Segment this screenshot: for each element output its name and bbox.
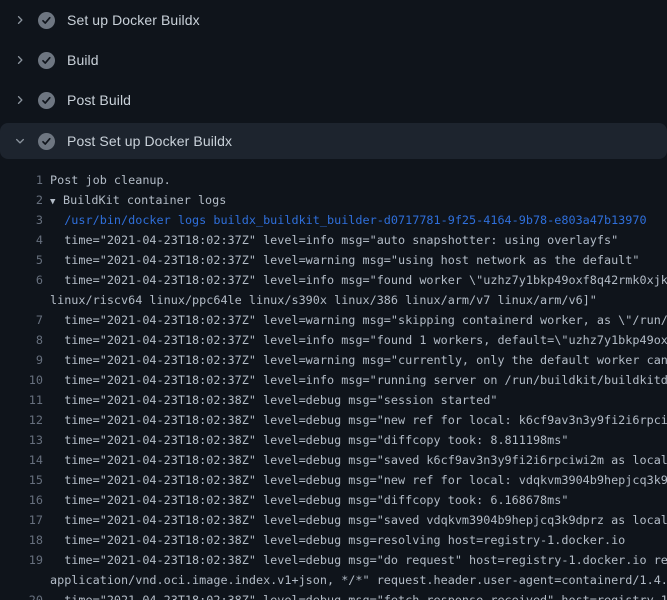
log-line: 6 time="2021-04-23T18:02:37Z" level=info… [0, 270, 667, 290]
log-line: 17 time="2021-04-23T18:02:38Z" level=deb… [0, 510, 667, 530]
log-text: time="2021-04-23T18:02:38Z" level=debug … [43, 450, 667, 470]
log-text: time="2021-04-23T18:02:38Z" level=debug … [43, 430, 568, 450]
log-text: time="2021-04-23T18:02:38Z" level=debug … [43, 490, 568, 510]
log-line: 8 time="2021-04-23T18:02:37Z" level=info… [0, 330, 667, 350]
log-text: time="2021-04-23T18:02:38Z" level=debug … [43, 390, 497, 410]
log-text: time="2021-04-23T18:02:37Z" level=warnin… [43, 250, 640, 270]
line-number[interactable]: 17 [0, 510, 43, 530]
log-text: time="2021-04-23T18:02:38Z" level=debug … [43, 590, 667, 600]
step-row-post-set-up-docker-buildx[interactable]: Post Set up Docker Buildx [0, 123, 667, 159]
line-number[interactable]: 18 [0, 530, 43, 550]
log-line: 15 time="2021-04-23T18:02:38Z" level=deb… [0, 470, 667, 490]
log-line: 12 time="2021-04-23T18:02:38Z" level=deb… [0, 410, 667, 430]
log-text: time="2021-04-23T18:02:37Z" level=info m… [43, 370, 667, 390]
log-line: 7 time="2021-04-23T18:02:37Z" level=warn… [0, 310, 667, 330]
log-line: 3 /usr/bin/docker logs buildx_buildkit_b… [0, 210, 667, 230]
log-text: application/vnd.oci.image.index.v1+json,… [43, 570, 667, 590]
line-number[interactable]: 13 [0, 430, 43, 450]
chevron-right-icon [12, 12, 28, 28]
line-number[interactable]: 6 [0, 270, 43, 290]
line-number[interactable]: 14 [0, 450, 43, 470]
line-number[interactable]: 2 [0, 190, 43, 210]
log-text: time="2021-04-23T18:02:37Z" level=info m… [43, 330, 667, 350]
check-circle-icon [38, 92, 55, 109]
chevron-right-icon [12, 92, 28, 108]
workflow-steps-list: Set up Docker Buildx Build Post Build Post … [0, 0, 667, 159]
log-line: 20 time="2021-04-23T18:02:38Z" level=deb… [0, 590, 667, 600]
log-command-text: /usr/bin/docker logs buildx_buildkit_bui… [43, 210, 647, 230]
line-number [0, 290, 43, 310]
log-text: time="2021-04-23T18:02:38Z" level=debug … [43, 510, 667, 530]
line-number[interactable]: 10 [0, 370, 43, 390]
line-number[interactable]: 12 [0, 410, 43, 430]
step-row-post-build[interactable]: Post Build [0, 80, 667, 120]
line-number[interactable]: 3 [0, 210, 43, 230]
log-line: 5 time="2021-04-23T18:02:37Z" level=warn… [0, 250, 667, 270]
log-text: time="2021-04-23T18:02:38Z" level=debug … [43, 470, 667, 490]
log-text: Post job cleanup. [43, 170, 171, 190]
log-text: time="2021-04-23T18:02:37Z" level=warnin… [43, 350, 667, 370]
log-text: time="2021-04-23T18:02:38Z" level=debug … [43, 530, 625, 550]
check-circle-icon [38, 12, 55, 29]
log-line-continuation: linux/riscv64 linux/ppc64le linux/s390x … [0, 290, 667, 310]
step-label: Set up Docker Buildx [67, 12, 200, 28]
log-line: 1Post job cleanup. [0, 170, 667, 190]
line-number[interactable]: 8 [0, 330, 43, 350]
log-line: 9 time="2021-04-23T18:02:37Z" level=warn… [0, 350, 667, 370]
check-circle-icon [38, 52, 55, 69]
line-number[interactable]: 9 [0, 350, 43, 370]
log-group-label: BuildKit container logs [63, 193, 226, 207]
log-line: 18 time="2021-04-23T18:02:38Z" level=deb… [0, 530, 667, 550]
log-text: time="2021-04-23T18:02:38Z" level=debug … [43, 550, 667, 570]
disclosure-triangle-icon: ▼ [50, 192, 63, 210]
line-number[interactable]: 5 [0, 250, 43, 270]
log-line: 16 time="2021-04-23T18:02:38Z" level=deb… [0, 490, 667, 510]
log-text: time="2021-04-23T18:02:37Z" level=info m… [43, 230, 618, 250]
log-line: 4 time="2021-04-23T18:02:37Z" level=info… [0, 230, 667, 250]
line-number[interactable]: 1 [0, 170, 43, 190]
line-number[interactable]: 19 [0, 550, 43, 570]
line-number[interactable]: 16 [0, 490, 43, 510]
log-line: 11 time="2021-04-23T18:02:38Z" level=deb… [0, 390, 667, 410]
step-log-output: 1Post job cleanup.2▼BuildKit container l… [0, 160, 667, 600]
log-text: time="2021-04-23T18:02:38Z" level=debug … [43, 410, 667, 430]
log-line: 14 time="2021-04-23T18:02:38Z" level=deb… [0, 450, 667, 470]
chevron-down-icon [12, 133, 28, 149]
log-line: 19 time="2021-04-23T18:02:38Z" level=deb… [0, 550, 667, 570]
log-line: 10 time="2021-04-23T18:02:37Z" level=inf… [0, 370, 667, 390]
line-number[interactable]: 7 [0, 310, 43, 330]
log-line: 13 time="2021-04-23T18:02:38Z" level=deb… [0, 430, 667, 450]
chevron-right-icon [12, 52, 28, 68]
line-number[interactable]: 15 [0, 470, 43, 490]
log-text: time="2021-04-23T18:02:37Z" level=warnin… [43, 310, 667, 330]
line-number[interactable]: 11 [0, 390, 43, 410]
check-circle-icon [38, 133, 55, 150]
step-label: Post Set up Docker Buildx [67, 133, 232, 149]
log-text: linux/riscv64 linux/ppc64le linux/s390x … [43, 290, 597, 310]
line-number [0, 570, 43, 590]
actions-log-viewer: Set up Docker Buildx Build Post Build Post … [0, 0, 667, 600]
step-row-set-up-docker-buildx[interactable]: Set up Docker Buildx [0, 0, 667, 40]
step-label: Post Build [67, 92, 131, 108]
log-text: ▼BuildKit container logs [43, 190, 226, 210]
log-text: time="2021-04-23T18:02:37Z" level=info m… [43, 270, 667, 290]
log-group-row[interactable]: 2▼BuildKit container logs [0, 190, 667, 210]
line-number[interactable]: 4 [0, 230, 43, 250]
step-label: Build [67, 52, 99, 68]
log-line-continuation: application/vnd.oci.image.index.v1+json,… [0, 570, 667, 590]
line-number[interactable]: 20 [0, 590, 43, 600]
step-row-build[interactable]: Build [0, 40, 667, 80]
